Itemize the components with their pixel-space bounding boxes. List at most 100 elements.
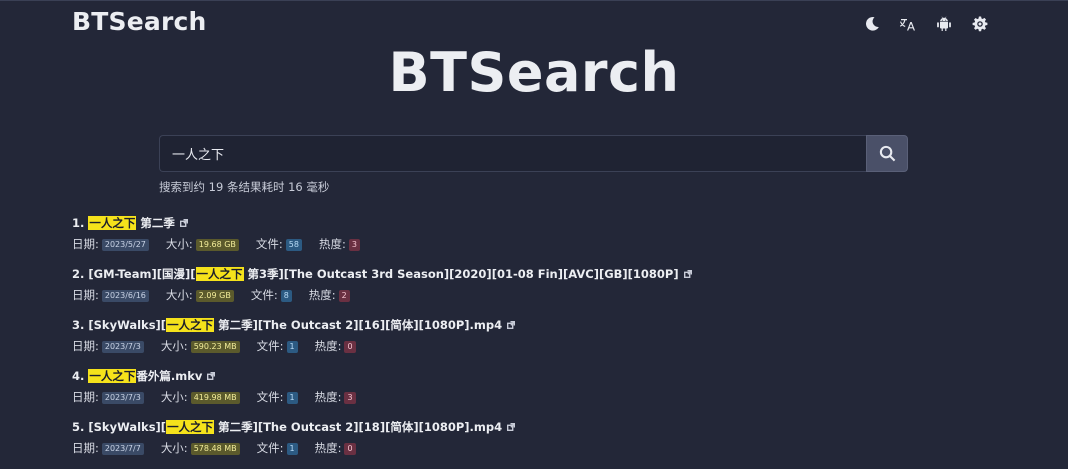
result-meta: 日期: 2023/7/3 大小: 419.98 MB 文件: 1 热度: 3 (72, 387, 1032, 407)
size-label: 大小: (160, 390, 188, 404)
heat-label: 热度: (318, 237, 346, 251)
result-link[interactable]: 2. [GM-Team][国漫][一人之下 第3季][The Outcast 3… (72, 267, 679, 281)
result-meta: 日期: 2023/5/27 大小: 19.68 GB 文件: 58 热度: 3 (72, 234, 1032, 254)
hero-title: BTSearch (388, 41, 680, 104)
translate-icon[interactable] (898, 14, 917, 33)
files-label: 文件: (255, 237, 283, 251)
result-title-suffix: 番外篇.mkv (136, 369, 203, 383)
date-badge: 2023/5/27 (101, 239, 149, 251)
heat-label: 热度: (314, 390, 342, 404)
heat-badge: 2 (338, 290, 350, 302)
date-badge: 2023/6/16 (101, 290, 149, 302)
result-title-prefix: [SkyWalks][ (88, 318, 167, 332)
files-group: 文件: 58 (256, 234, 302, 254)
heat-label: 热度: (314, 441, 342, 455)
size-label: 大小: (165, 237, 193, 251)
results-list: 1. 一人之下 第二季 日期: 2023/5/27 大小: 19.68 GB 文件: 58 热… (72, 214, 1032, 469)
result-item: 2. [GM-Team][国漫][一人之下 第3季][The Outcast 3… (72, 265, 1032, 316)
heat-label: 热度: (308, 288, 336, 302)
heat-group: 热度: 2 (309, 285, 350, 305)
files-badge: 1 (286, 341, 298, 353)
keyword-highlight: 一人之下 (166, 420, 215, 434)
gear-icon[interactable] (970, 14, 989, 33)
files-label: 文件: (250, 288, 278, 302)
result-title: 5. [SkyWalks][一人之下 第二季][The Outcast 2][1… (72, 418, 1032, 437)
external-link-icon[interactable] (507, 418, 516, 431)
result-title: 2. [GM-Team][国漫][一人之下 第3季][The Outcast 3… (72, 265, 1032, 284)
search-icon (879, 145, 895, 162)
size-label: 大小: (160, 441, 188, 455)
files-group: 文件: 8 (251, 285, 292, 305)
external-link-icon[interactable] (207, 367, 216, 380)
search-button[interactable] (866, 135, 908, 172)
result-meta: 日期: 2023/7/3 大小: 590.23 MB 文件: 1 热度: 0 (72, 336, 1032, 356)
heat-label: 热度: (314, 339, 342, 353)
files-label: 文件: (256, 339, 284, 353)
files-label: 文件: (256, 441, 284, 455)
date-label: 日期: (72, 339, 99, 353)
keyword-highlight: 一人之下 (195, 267, 244, 281)
files-badge: 1 (286, 392, 298, 404)
size-label: 大小: (165, 288, 193, 302)
moon-icon[interactable] (862, 14, 881, 33)
result-index: 3. (72, 318, 85, 332)
heat-group: 热度: 0 (315, 438, 356, 458)
size-badge: 2.09 GB (195, 290, 234, 302)
search-input[interactable] (159, 135, 866, 172)
heat-group: 热度: 0 (315, 336, 356, 356)
result-link[interactable]: 1. 一人之下 第二季 (72, 216, 175, 230)
result-meta: 日期: 2023/6/16 大小: 2.09 GB 文件: 8 热度: 2 (72, 285, 1032, 305)
files-label: 文件: (256, 390, 284, 404)
result-title-suffix: 第二季][The Outcast 2][18][简体][1080P].mp4 (214, 420, 503, 434)
heat-badge: 0 (344, 443, 356, 455)
result-title-suffix: 第3季][The Outcast 3rd Season][2020][01-08… (243, 267, 679, 281)
date-label: 日期: (72, 390, 99, 404)
top-bar: BTSearch (0, 1, 1068, 45)
external-link-icon[interactable] (683, 265, 692, 278)
date-group: 日期: 2023/6/16 (72, 285, 149, 305)
keyword-highlight: 一人之下 (88, 216, 137, 230)
date-label: 日期: (72, 288, 99, 302)
keyword-highlight: 一人之下 (166, 318, 215, 332)
size-badge: 19.68 GB (195, 239, 239, 251)
heat-group: 热度: 3 (319, 234, 360, 254)
result-title: 3. [SkyWalks][一人之下 第二季][The Outcast 2][1… (72, 316, 1032, 335)
result-title-prefix: [SkyWalks][ (88, 420, 167, 434)
size-badge: 419.98 MB (190, 392, 240, 404)
files-badge: 58 (285, 239, 302, 251)
result-title-prefix: [GM-Team][国漫][ (88, 267, 196, 281)
result-title-suffix: 第二季 (136, 216, 175, 230)
size-group: 大小: 19.68 GB (166, 234, 239, 254)
heat-group: 热度: 3 (315, 387, 356, 407)
heat-badge: 0 (344, 341, 356, 353)
result-link[interactable]: 4. 一人之下番外篇.mkv (72, 369, 202, 383)
size-group: 大小: 419.98 MB (161, 387, 240, 407)
result-meta: 日期: 2023/7/7 大小: 578.48 MB 文件: 1 热度: 0 (72, 438, 1032, 458)
heat-badge: 3 (344, 392, 356, 404)
size-group: 大小: 578.48 MB (161, 438, 240, 458)
result-link[interactable]: 3. [SkyWalks][一人之下 第二季][The Outcast 2][1… (72, 318, 502, 332)
size-group: 大小: 2.09 GB (166, 285, 234, 305)
result-link[interactable]: 5. [SkyWalks][一人之下 第二季][The Outcast 2][1… (72, 420, 502, 434)
external-link-icon[interactable] (507, 316, 516, 329)
files-group: 文件: 1 (257, 438, 298, 458)
result-index: 1. (72, 216, 85, 230)
files-badge: 8 (280, 290, 292, 302)
size-badge: 578.48 MB (190, 443, 240, 455)
date-group: 日期: 2023/7/3 (72, 336, 144, 356)
result-index: 2. (72, 267, 85, 281)
size-badge: 590.23 MB (190, 341, 240, 353)
result-index: 5. (72, 420, 85, 434)
brand-logo[interactable]: BTSearch (72, 7, 207, 36)
date-badge: 2023/7/7 (101, 443, 144, 455)
android-icon[interactable] (934, 14, 953, 33)
external-link-icon[interactable] (179, 214, 188, 227)
result-title: 1. 一人之下 第二季 (72, 214, 1032, 233)
heat-badge: 3 (348, 239, 360, 251)
date-badge: 2023/7/3 (101, 392, 144, 404)
result-title-suffix: 第二季][The Outcast 2][16][简体][1080P].mp4 (214, 318, 503, 332)
files-group: 文件: 1 (257, 336, 298, 356)
size-group: 大小: 590.23 MB (161, 336, 240, 356)
date-badge: 2023/7/3 (101, 341, 144, 353)
header-actions (862, 14, 989, 33)
